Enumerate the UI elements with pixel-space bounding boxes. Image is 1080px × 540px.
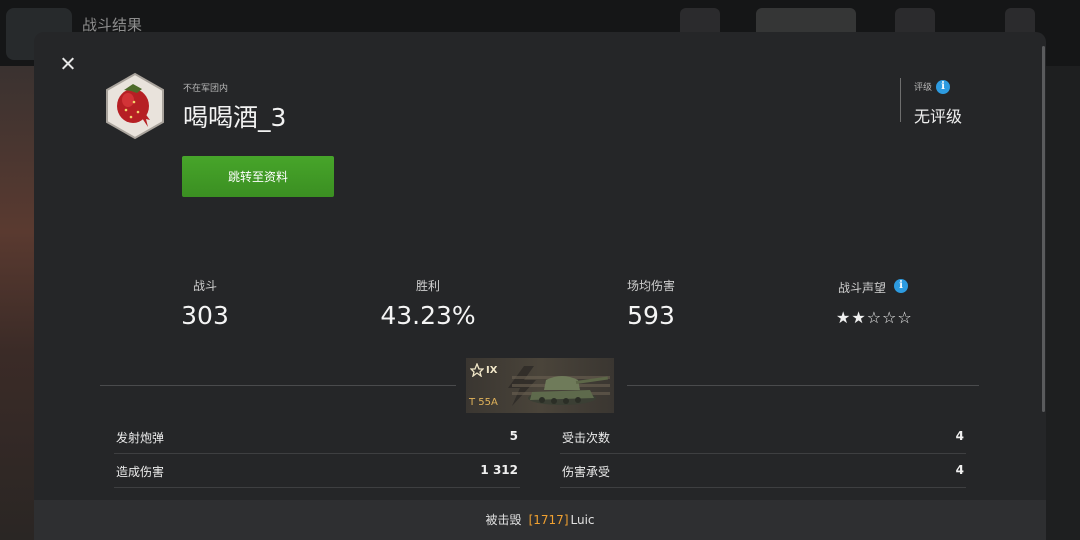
stat-victories: 胜利 43.23% bbox=[370, 277, 486, 330]
rating-divider bbox=[900, 78, 901, 122]
stat-value: 303 bbox=[181, 301, 229, 330]
detail-value: 5 bbox=[509, 429, 518, 443]
reputation-stars: ★★☆☆☆ bbox=[836, 308, 913, 327]
destroyed-by-label: 被击毁 bbox=[485, 513, 522, 527]
stat-average-damage: 场均伤害 593 bbox=[611, 277, 691, 330]
player-avatar bbox=[106, 72, 164, 140]
reputation-info-icon[interactable]: i bbox=[894, 279, 908, 293]
player-info-modal: 不在军团内 喝喝酒_3 跳转至资料 评级 i 无评级 战斗 303 胜利 43.… bbox=[34, 32, 1046, 540]
tank-icon bbox=[508, 366, 610, 406]
stat-label: 战斗 bbox=[192, 279, 217, 293]
destroyed-by-footer: 被击毁 [1717] Luic bbox=[34, 500, 1046, 540]
killer-name: Luic bbox=[570, 513, 595, 527]
detail-row: 伤害承受 4 bbox=[560, 454, 966, 488]
detail-label: 发射炮弹 bbox=[116, 431, 165, 445]
close-button[interactable] bbox=[58, 54, 78, 74]
rating-info-icon[interactable]: i bbox=[936, 80, 950, 94]
detail-value: 1 312 bbox=[480, 463, 518, 477]
go-to-profile-button[interactable]: 跳转至资料 bbox=[182, 156, 334, 197]
detail-label: 伤害承受 bbox=[562, 465, 611, 479]
rating-label: 评级 bbox=[914, 83, 933, 93]
detail-row: 发射炮弹 5 bbox=[114, 420, 520, 454]
background-left-panel bbox=[0, 66, 34, 540]
killer-clan-tag: [1717] bbox=[528, 513, 569, 527]
rating-value: 无评级 bbox=[914, 107, 963, 126]
detail-label: 造成伤害 bbox=[116, 465, 165, 479]
detail-label: 受击次数 bbox=[562, 431, 611, 445]
battle-reputation-label: 战斗声望 bbox=[838, 281, 887, 295]
detail-value: 4 bbox=[955, 429, 964, 443]
stat-value: 593 bbox=[627, 301, 675, 330]
tank-tier: IX bbox=[486, 365, 498, 376]
stat-label: 胜利 bbox=[415, 279, 440, 293]
clan-status: 不在军团内 bbox=[183, 84, 229, 94]
modal-scrollbar[interactable] bbox=[1042, 46, 1045, 412]
section-divider bbox=[627, 385, 979, 386]
detail-value: 4 bbox=[955, 463, 964, 477]
detail-row: 受击次数 4 bbox=[560, 420, 966, 454]
player-name: 喝喝酒_3 bbox=[183, 103, 287, 132]
tank-name: T 55A bbox=[469, 397, 498, 408]
background-right-panel bbox=[1046, 66, 1080, 540]
stat-battles: 战斗 303 bbox=[170, 277, 240, 330]
tier-icon bbox=[470, 363, 484, 377]
detail-row: 造成伤害 1 312 bbox=[114, 454, 520, 488]
stat-label: 场均伤害 bbox=[626, 279, 675, 293]
stat-value: 43.23% bbox=[380, 301, 476, 330]
section-divider bbox=[100, 385, 456, 386]
tank-card: IX T 55A bbox=[466, 358, 614, 413]
